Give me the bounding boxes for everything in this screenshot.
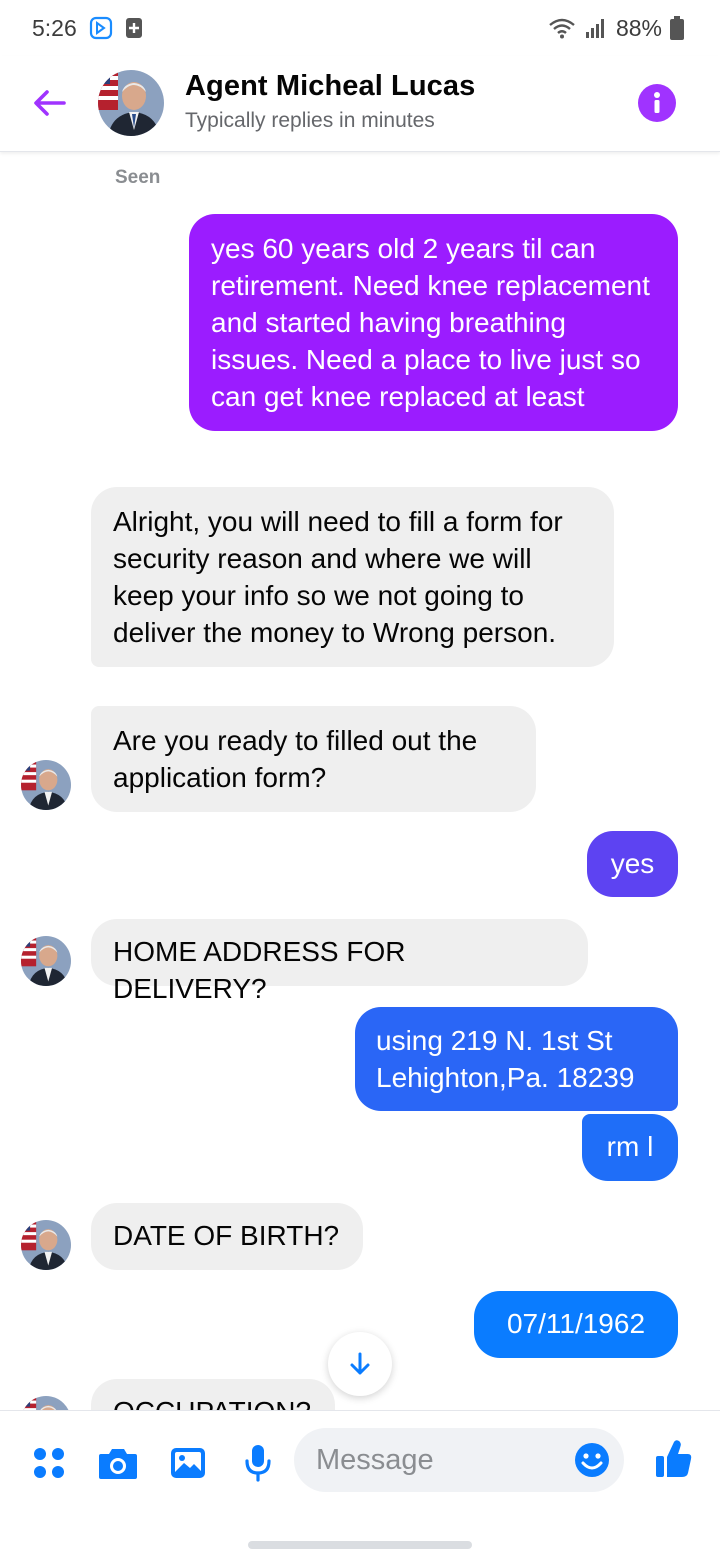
- back-button[interactable]: [28, 82, 70, 124]
- scroll-down-arrow-icon: [350, 1352, 370, 1375]
- apps-button[interactable]: [27, 1441, 71, 1485]
- outgoing-message[interactable]: using 219 N. 1st St Lehighton,Pa. 18239: [355, 1007, 678, 1111]
- info-icon: [654, 92, 660, 113]
- back-arrow-icon: [34, 90, 66, 116]
- outgoing-message[interactable]: 07/11/1962: [474, 1291, 678, 1358]
- like-button[interactable]: [652, 1437, 696, 1481]
- message-composer: [0, 1410, 720, 1510]
- home-indicator[interactable]: [248, 1541, 472, 1549]
- thumbs-up-icon: [656, 1440, 692, 1477]
- incoming-message[interactable]: Alright, you will need to fill a form fo…: [91, 487, 614, 667]
- message-input[interactable]: [316, 1443, 556, 1477]
- contact-name[interactable]: Agent Micheal Lucas: [185, 70, 475, 103]
- emoji-button[interactable]: [574, 1442, 610, 1478]
- contact-avatar-small[interactable]: [21, 936, 71, 986]
- incoming-message[interactable]: HOME ADDRESS FOR DELIVERY?: [91, 919, 588, 1004]
- wifi-icon: [548, 17, 576, 39]
- scroll-to-bottom-button[interactable]: [328, 1332, 392, 1396]
- status-bar: 5:26 88%: [0, 0, 720, 56]
- contact-avatar-small[interactable]: [21, 760, 71, 810]
- apps-icon: [34, 1448, 64, 1478]
- camera-button[interactable]: [96, 1441, 140, 1485]
- gallery-icon: [171, 1448, 205, 1478]
- storage-notification-icon: [125, 17, 143, 39]
- camera-icon: [99, 1449, 137, 1479]
- conversation-header: Agent Micheal Lucas Typically replies in…: [0, 56, 720, 152]
- incoming-message[interactable]: Are you ready to filled out the applicat…: [91, 706, 536, 812]
- contact-avatar-small[interactable]: [21, 1220, 71, 1270]
- message-box[interactable]: [294, 1428, 624, 1492]
- gallery-button[interactable]: [166, 1441, 210, 1485]
- outgoing-message[interactable]: rm l: [582, 1114, 678, 1181]
- voice-button[interactable]: [236, 1441, 280, 1485]
- contact-avatar[interactable]: [98, 70, 164, 136]
- status-time: 5:26: [32, 14, 77, 41]
- outgoing-message[interactable]: yes: [587, 831, 678, 897]
- message-list[interactable]: Seen yes 60 years old 2 years til can re…: [0, 153, 720, 1410]
- seen-indicator: Seen: [115, 167, 161, 188]
- contact-avatar-small[interactable]: [21, 1396, 71, 1410]
- app-notification-icon: [89, 16, 113, 40]
- contact-status: Typically replies in minutes: [185, 109, 435, 132]
- info-button[interactable]: [638, 84, 676, 122]
- incoming-message[interactable]: DATE OF BIRTH?: [91, 1203, 363, 1270]
- outgoing-message[interactable]: yes 60 years old 2 years til can retirem…: [189, 214, 678, 431]
- emoji-icon: [575, 1443, 609, 1477]
- battery-percentage: 88%: [615, 14, 662, 41]
- microphone-icon: [245, 1445, 271, 1482]
- incoming-message[interactable]: OCCUPATION?: [91, 1379, 335, 1410]
- battery-icon: [670, 16, 684, 40]
- signal-icon: [584, 17, 608, 39]
